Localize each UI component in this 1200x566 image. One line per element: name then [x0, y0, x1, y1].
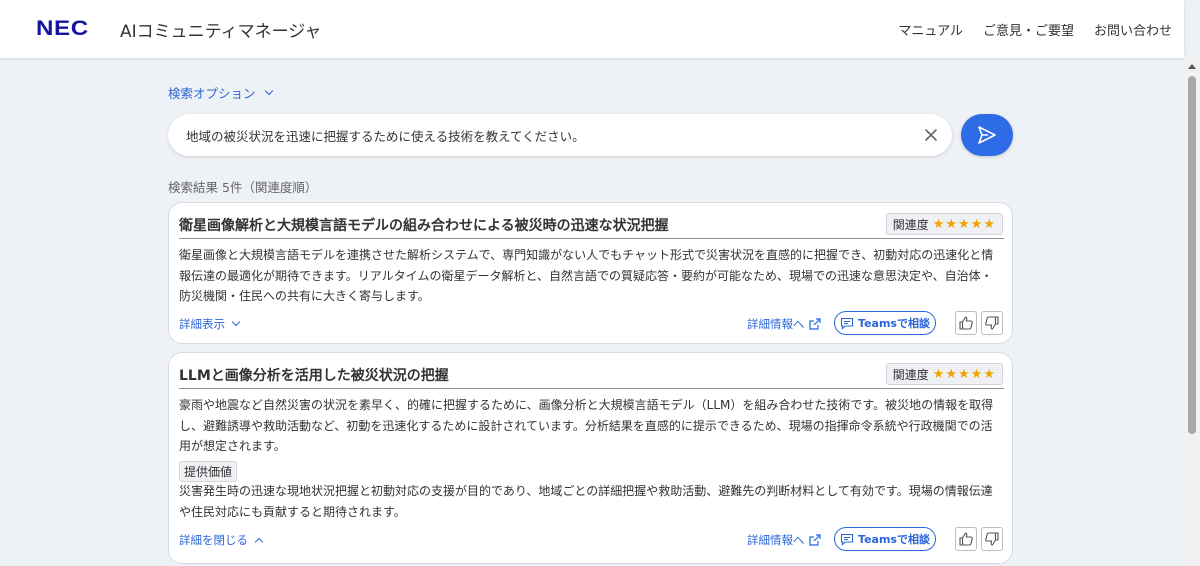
result-description: 豪雨や地震など自然災害の状況を素早く、的確に把握するために、画像分析と大規模言語…: [179, 398, 994, 453]
detail-link-label: 詳細情報へ: [747, 533, 805, 547]
teams-button-label: Teamsで相談: [858, 317, 930, 330]
page-scrollbar[interactable]: [1184, 58, 1200, 566]
thumbs-up-icon: [959, 316, 973, 330]
header-nav: マニュアル ご意見・ご要望 お問い合わせ: [898, 20, 1172, 39]
scrollbar-thumb[interactable]: [1188, 76, 1196, 434]
app-header: NEC AIコミュニティマネージャ マニュアル ご意見・ご要望 お問い合わせ: [0, 0, 1184, 58]
detail-info-link[interactable]: 詳細情報へ: [747, 316, 822, 332]
chevron-up-icon: [254, 537, 264, 546]
results-count: 検索結果 5件（関連度順）: [168, 180, 318, 195]
external-link-icon: [808, 534, 821, 546]
search-box: [168, 114, 952, 156]
nav-manual-link[interactable]: マニュアル: [898, 20, 963, 39]
send-icon: [978, 126, 996, 144]
star-rating-icon: ★★★★★: [932, 366, 996, 382]
teams-consult-button[interactable]: Teamsで相談: [834, 311, 936, 335]
result-description: 衛星画像と大規模言語モデルを連携させた解析システムで、専門知識がない人でもチャッ…: [179, 248, 994, 303]
thumbs-down-button[interactable]: [981, 527, 1003, 551]
result-card-header: 衛星画像解析と大規模言語モデルの組み合わせによる被災時の迅速な状況把握 関連度 …: [179, 213, 1004, 239]
clear-icon[interactable]: [922, 126, 940, 144]
teams-button-label: Teamsで相談: [858, 533, 930, 546]
thumbs-up-icon: [959, 532, 973, 546]
relevance-badge: 関連度 ★★★★★: [885, 213, 1003, 235]
hide-details-toggle[interactable]: 詳細を閉じる: [179, 532, 264, 548]
show-details-toggle[interactable]: 詳細表示: [179, 316, 241, 332]
relevance-label: 関連度: [892, 367, 929, 382]
result-card: LLMと画像分析を活用した被災状況の把握 関連度 ★★★★★ 豪雨や地震など自然…: [168, 352, 1013, 564]
result-card: 衛星画像解析と大規模言語モデルの組み合わせによる被災時の迅速な状況把握 関連度 …: [168, 202, 1013, 344]
search-input[interactable]: [186, 127, 886, 143]
nav-feedback-link[interactable]: ご意見・ご要望: [983, 20, 1074, 39]
relevance-badge: 関連度 ★★★★★: [885, 363, 1003, 385]
result-card-footer: 詳細表示 詳細情報へ Teamsで相談: [179, 311, 1004, 337]
result-title: LLMと画像分析を活用した被災状況の把握: [179, 368, 449, 384]
relevance-label: 関連度: [892, 217, 929, 232]
nav-contact-link[interactable]: お問い合わせ: [1094, 20, 1172, 39]
toggle-label: 詳細表示: [179, 317, 225, 331]
teams-consult-button[interactable]: Teamsで相談: [834, 527, 936, 551]
value-tag: 提供価値: [179, 461, 238, 482]
toggle-label: 詳細を閉じる: [179, 533, 248, 547]
thumbs-down-icon: [985, 532, 999, 546]
thumbs-down-icon: [985, 316, 999, 330]
send-button[interactable]: [961, 114, 1013, 156]
star-rating-icon: ★★★★★: [932, 216, 996, 232]
thumbs-down-button[interactable]: [981, 311, 1003, 335]
external-link-icon: [808, 318, 821, 330]
search-options-toggle[interactable]: 検索オプション: [168, 83, 273, 102]
chevron-down-icon: [231, 317, 241, 327]
chat-icon: [840, 317, 854, 330]
result-card-footer: 詳細を閉じる 詳細情報へ Teamsで相談: [179, 527, 1004, 553]
detail-link-label: 詳細情報へ: [747, 317, 805, 331]
app-title: AIコミュニティマネージャ: [120, 21, 322, 42]
result-card-header: LLMと画像分析を活用した被災状況の把握 関連度 ★★★★★: [179, 363, 1004, 389]
search-options-label: 検索オプション: [168, 86, 256, 101]
chevron-down-icon: [264, 86, 273, 95]
thumbs-up-button[interactable]: [955, 527, 977, 551]
value-description: 災害発生時の迅速な現地状況把握と初動対応の支援が目的であり、地域ごとの詳細把握や…: [179, 484, 993, 519]
scroll-up-arrow-icon[interactable]: [1188, 64, 1196, 69]
chat-icon: [840, 533, 854, 546]
detail-info-link[interactable]: 詳細情報へ: [747, 532, 822, 548]
thumbs-up-button[interactable]: [955, 311, 977, 335]
nec-logo[interactable]: NEC: [36, 17, 107, 41]
result-title: 衛星画像解析と大規模言語モデルの組み合わせによる被災時の迅速な状況把握: [179, 218, 669, 234]
